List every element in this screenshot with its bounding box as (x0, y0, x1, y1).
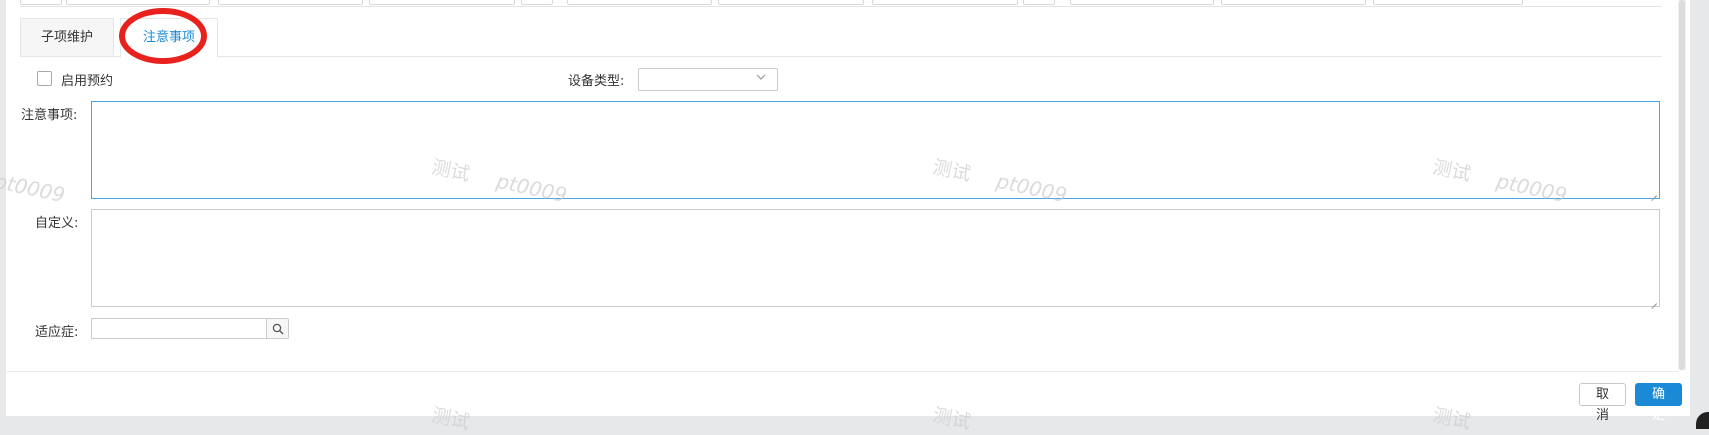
custom-textarea[interactable] (91, 209, 1660, 307)
top-field[interactable] (872, 0, 1018, 5)
top-field[interactable] (1023, 0, 1055, 5)
top-field[interactable] (718, 0, 864, 5)
top-field[interactable] (369, 0, 515, 5)
top-field[interactable] (1221, 0, 1366, 5)
top-field[interactable] (1373, 0, 1523, 5)
top-field[interactable] (1070, 0, 1214, 5)
search-icon (272, 323, 284, 335)
indication-search-button[interactable] (266, 318, 289, 339)
notes-textarea[interactable] (91, 101, 1660, 199)
scrollbar-thumb[interactable] (1679, 0, 1685, 370)
chevron-down-icon (755, 71, 767, 86)
indication-input[interactable] (91, 318, 266, 339)
dialog-panel (6, 0, 1690, 416)
device-type-label: 设备类型: (568, 74, 625, 89)
top-field[interactable] (20, 0, 62, 5)
resize-handle-icon[interactable] (1650, 297, 1658, 305)
tab-subitem-maintenance[interactable]: 子项维护 (20, 18, 114, 56)
tab-notes[interactable]: 注意事项 (120, 18, 218, 58)
enable-booking-checkbox[interactable] (37, 71, 52, 86)
enable-booking-label: 启用预约 (61, 74, 114, 89)
notes-label: 注意事项: (21, 108, 78, 123)
device-type-select[interactable] (638, 68, 778, 91)
indication-label: 适应症: (35, 325, 79, 340)
top-field[interactable] (66, 0, 210, 5)
top-field[interactable] (521, 0, 553, 5)
resize-handle-icon[interactable] (1650, 189, 1658, 197)
custom-label: 自定义: (35, 216, 79, 231)
footer-divider (6, 371, 1678, 372)
confirm-button[interactable]: 确 定 (1635, 383, 1682, 423)
tab-bar: 子项维护 注意事项 (20, 18, 1662, 58)
top-field[interactable] (567, 0, 712, 5)
top-field-row-partial (20, 0, 1662, 7)
top-field[interactable] (218, 0, 363, 5)
cancel-button[interactable]: 取 消 (1579, 383, 1626, 423)
window-corner (1696, 412, 1709, 429)
